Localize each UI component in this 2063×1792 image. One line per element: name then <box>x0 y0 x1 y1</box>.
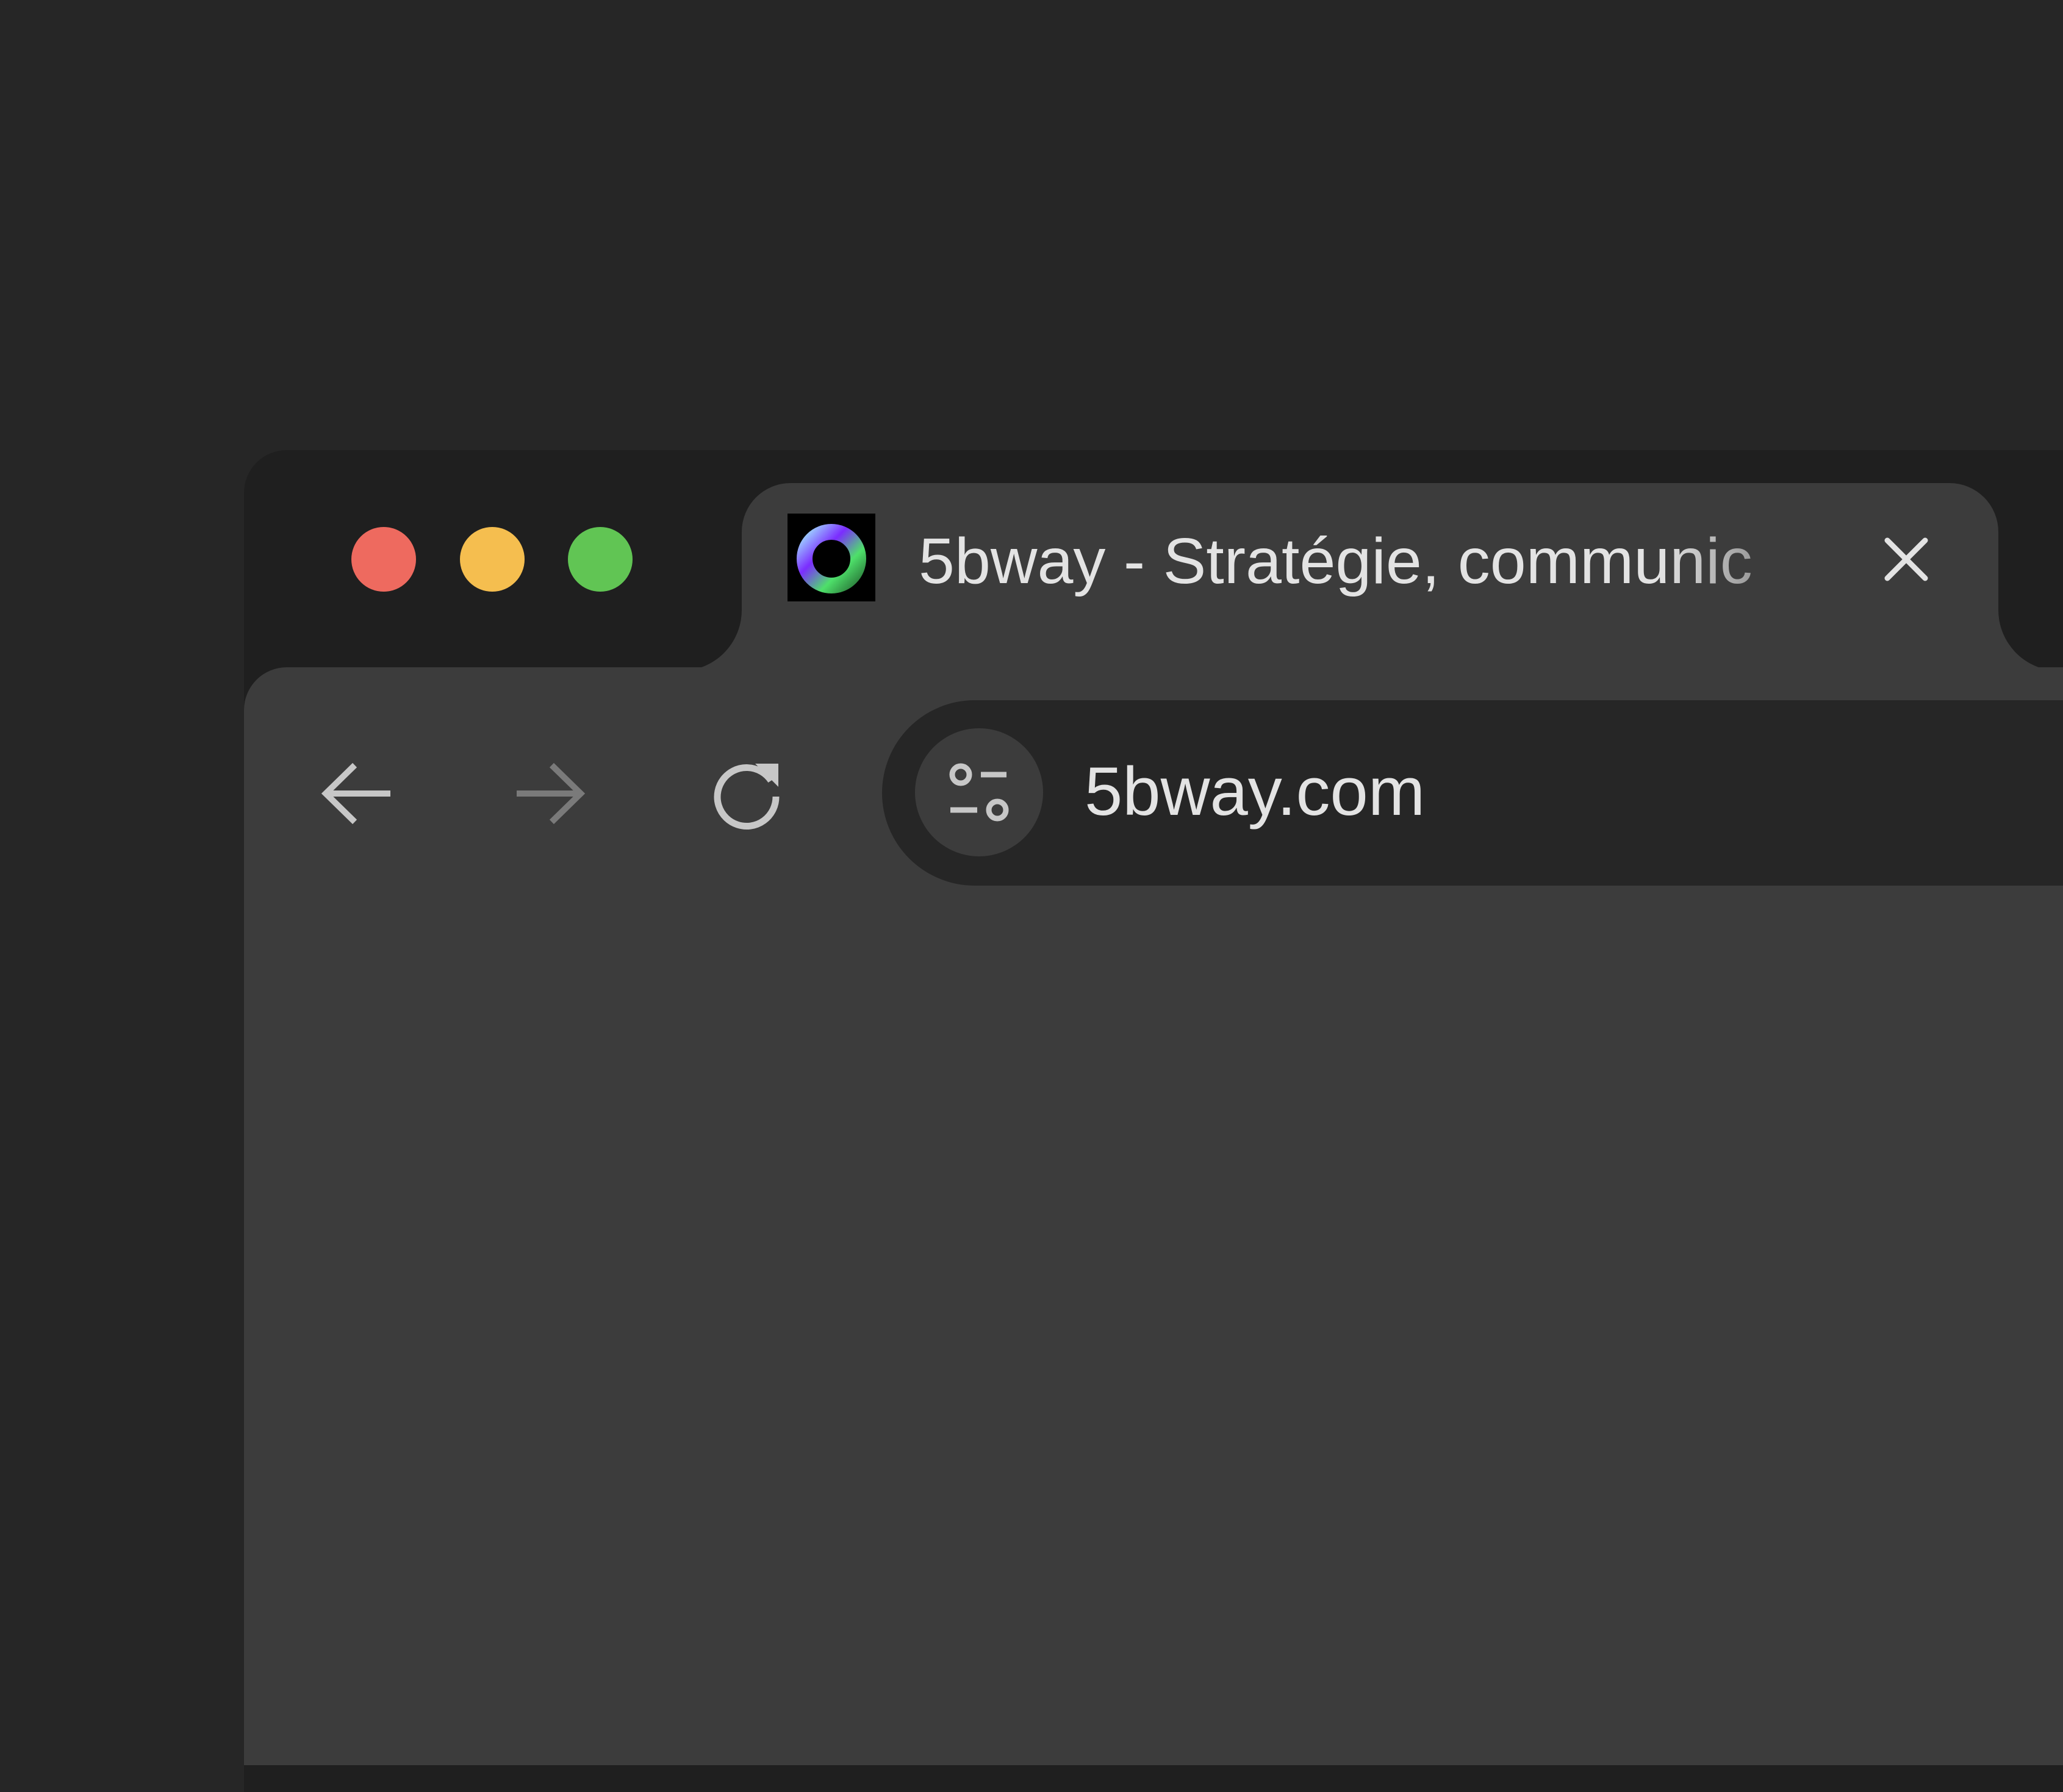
window-minimize-button[interactable] <box>460 527 525 592</box>
reload-icon[interactable] <box>708 754 787 833</box>
window-maximize-button[interactable] <box>568 527 633 592</box>
url-text[interactable]: 5bway.com <box>1085 749 1425 834</box>
arrow-right-icon[interactable] <box>511 754 590 833</box>
favicon-5bway-logo <box>788 514 875 601</box>
close-icon[interactable] <box>1879 532 1934 587</box>
tab-curve-right <box>1998 610 2059 671</box>
window-close-button[interactable] <box>351 527 416 592</box>
tab-curve-left <box>681 610 742 671</box>
tune-icon[interactable] <box>915 728 1043 856</box>
tab-title: 5bway - Stratégie, communic <box>919 525 1753 597</box>
desktop-background: 5bway - Stratégie, communic 5bway.com <box>0 0 2063 1792</box>
arrow-left-icon[interactable] <box>317 754 396 833</box>
address-bar[interactable] <box>882 700 2063 886</box>
